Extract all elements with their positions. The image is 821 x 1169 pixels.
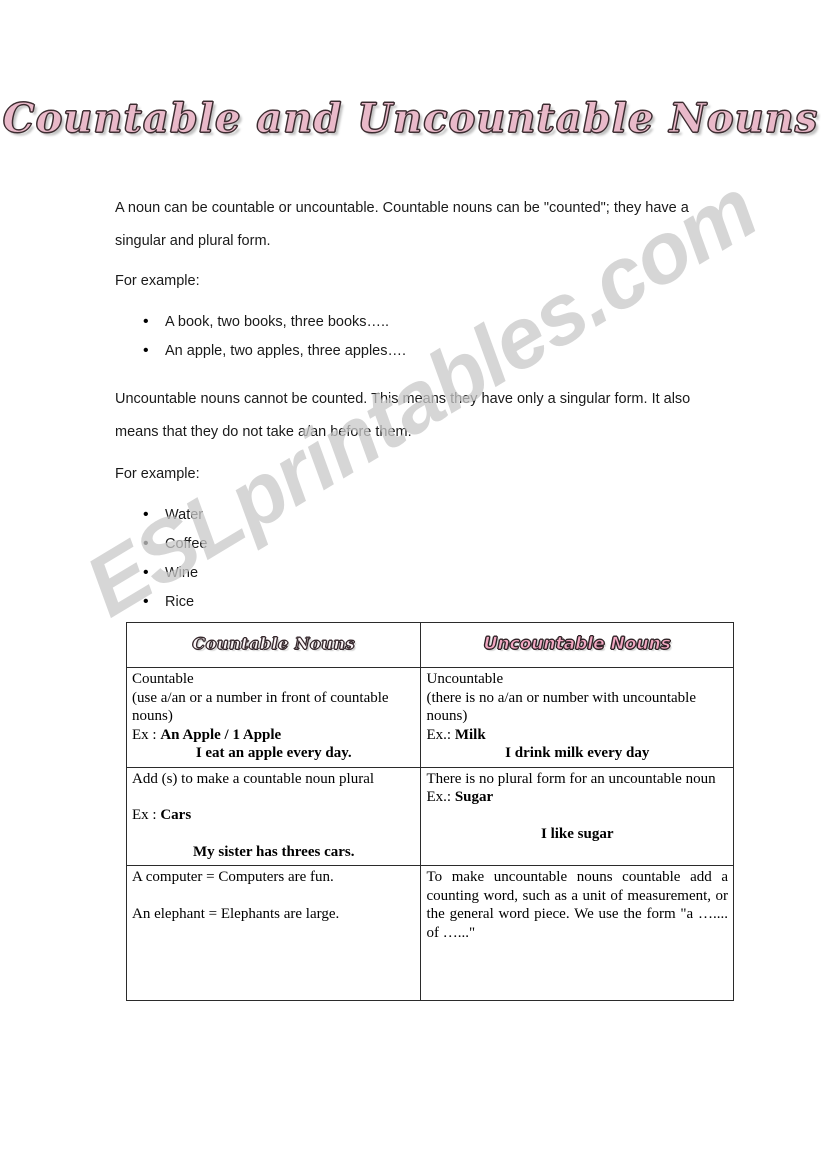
cell-countable-rule-1: Countable (use a/an or a number in front… <box>125 667 422 768</box>
table-row: A computer = Computers are fun. An eleph… <box>125 865 734 1001</box>
equation-line-2: An elephant = Elephants are large. <box>132 905 340 922</box>
example-sentence: My sister has threes cars. <box>192 843 355 860</box>
for-example-label-2: For example: <box>115 466 200 482</box>
rule-detail: (there is no a/an or number with uncount… <box>426 689 696 725</box>
table-header-uncountable-label: Uncountable Nouns <box>483 634 671 655</box>
rule-detail: (use a/an or a number in front of counta… <box>132 689 389 725</box>
intro-paragraph-2: Uncountable nouns cannot be counted. Thi… <box>115 391 691 440</box>
example-sentence: I like sugar <box>540 825 614 842</box>
example-line: Ex : Cars <box>132 806 415 825</box>
example-sentence: I drink milk every day <box>505 745 650 761</box>
example-label: Ex : <box>132 807 157 823</box>
countable-uncountable-table: Countable Nouns Uncountable Nouns Counta… <box>125 622 734 1001</box>
cell-countable-rule-3: A computer = Computers are fun. An eleph… <box>125 865 422 1001</box>
page-title: Countable and Uncountable Nouns <box>2 95 819 143</box>
cell-uncountable-rule-3: To make uncountable nouns countable add … <box>420 865 734 1001</box>
list-item: Rice <box>143 587 207 617</box>
example-value: Cars <box>160 807 192 823</box>
table-header-countable-label: Countable Nouns <box>192 634 355 654</box>
table-row: Countable (use a/an or a number in front… <box>125 667 734 768</box>
rule-title: Add (s) to make a countable noun plural <box>132 770 375 787</box>
example-value: Sugar <box>454 789 494 805</box>
uncountable-examples-list: Water Coffee Wine Rice <box>135 500 208 617</box>
rule-title: There is no plural form for an uncountab… <box>426 770 716 787</box>
worksheet-page: ESLprintables.com Countable and Uncounta… <box>0 0 821 1169</box>
table-header-row: Countable Nouns Uncountable Nouns <box>125 622 734 668</box>
example-line: Ex : An Apple / 1 Apple <box>132 726 415 745</box>
list-item: Water <box>143 500 207 530</box>
cell-uncountable-rule-1: Uncountable (there is no a/an or number … <box>420 667 734 768</box>
example-sentence: I eat an apple every day. <box>195 745 352 761</box>
rule-paragraph: To make uncountable nouns countable add … <box>426 869 728 941</box>
example-value: An Apple / 1 Apple <box>160 726 282 743</box>
rule-title: Uncountable <box>426 671 504 687</box>
example-label: Ex.: <box>426 789 452 805</box>
example-value: Milk <box>454 726 486 743</box>
table-row: Add (s) to make a countable noun plural … <box>125 766 734 866</box>
list-item: Wine <box>143 558 207 588</box>
list-item: An apple, two apples, three apples…. <box>143 336 406 366</box>
cell-countable-rule-2: Add (s) to make a countable noun plural … <box>125 766 422 866</box>
countable-examples-list: A book, two books, three books….. An app… <box>135 307 406 366</box>
for-example-label-1: For example: <box>115 273 200 289</box>
example-line: Ex.: Milk <box>426 726 728 745</box>
list-item: Coffee <box>143 529 208 559</box>
example-label: Ex.: <box>426 726 452 743</box>
table-header-countable-cell: Countable Nouns <box>125 622 422 668</box>
rule-title: Countable <box>132 671 194 687</box>
table-header-uncountable-cell: Uncountable Nouns <box>420 622 734 668</box>
equation-line-1: A computer = Computers are fun. <box>132 869 334 885</box>
list-item: A book, two books, three books….. <box>143 307 406 337</box>
title-container: Countable and Uncountable Nouns <box>0 95 821 143</box>
intro-paragraph-1: A noun can be countable or uncountable. … <box>115 200 689 249</box>
cell-uncountable-rule-2: There is no plural form for an uncountab… <box>420 766 734 866</box>
example-line: Ex.: Sugar <box>426 788 728 807</box>
example-label: Ex : <box>132 726 157 743</box>
